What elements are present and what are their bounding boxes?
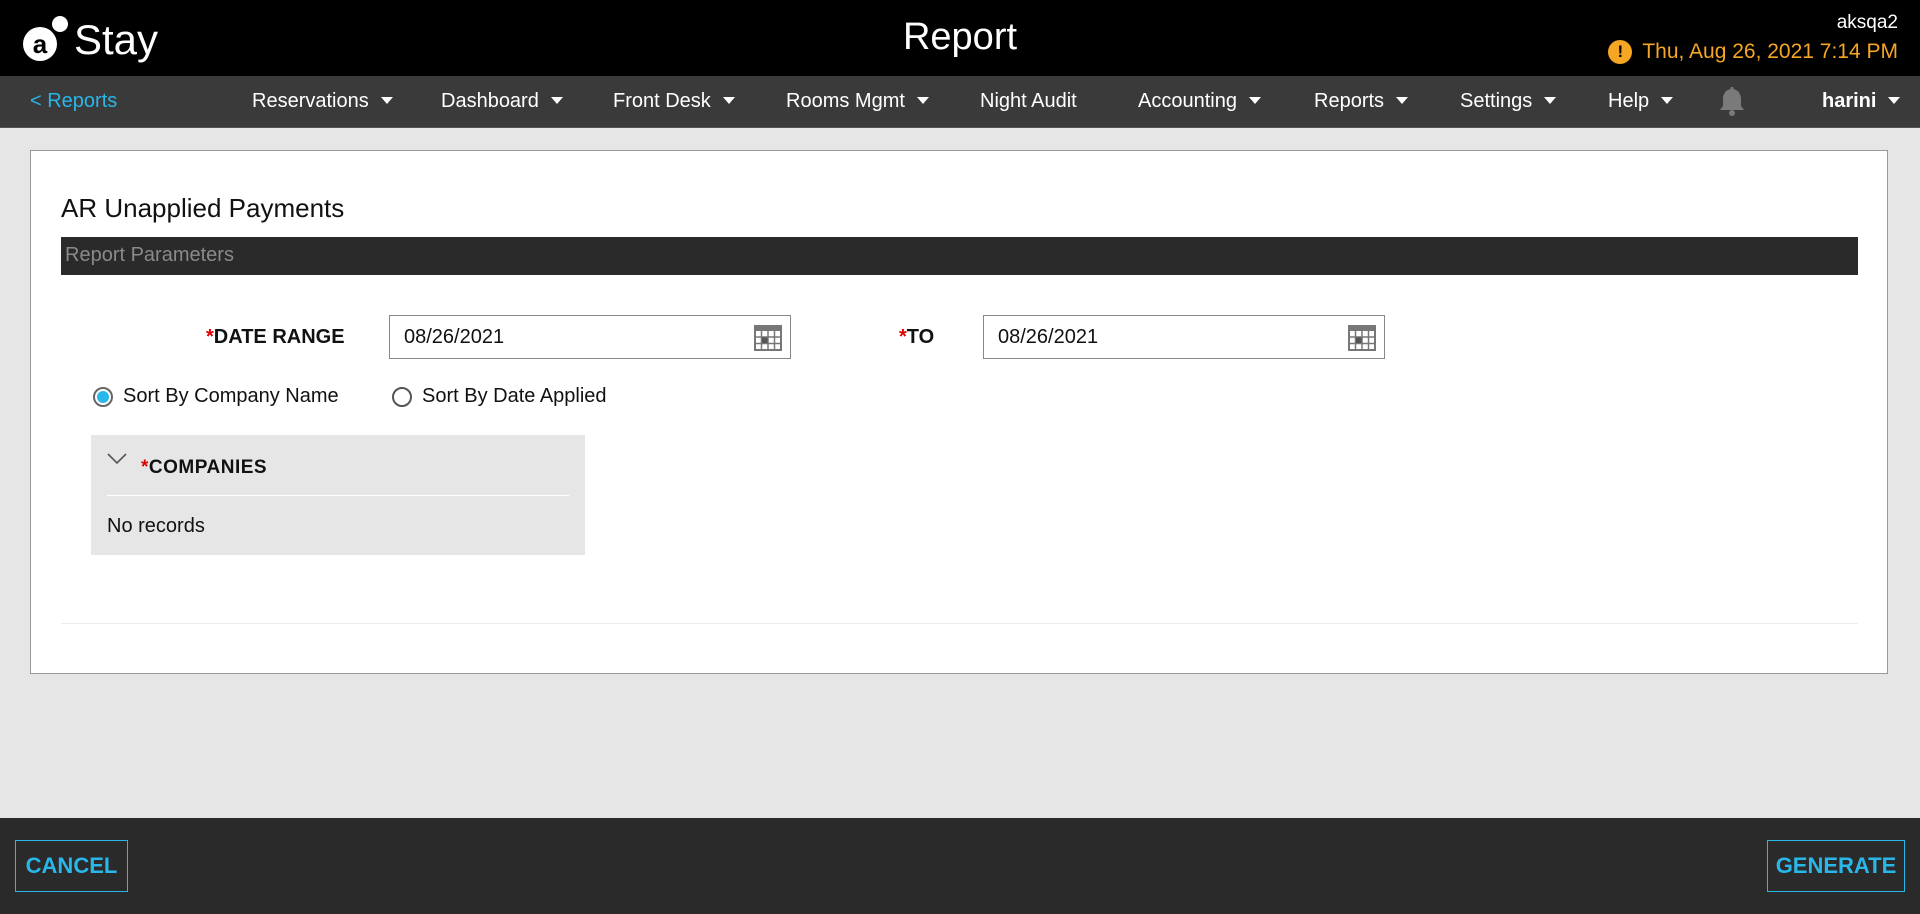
radio-label: Sort By Company Name [123, 385, 339, 407]
to-label: *TO [899, 326, 934, 349]
business-datetime: ! Thu, Aug 26, 2021 7:14 PM [1608, 40, 1898, 64]
user-menu[interactable]: harini [1822, 90, 1901, 113]
report-title: AR Unapplied Payments [61, 193, 345, 223]
nav-rooms-mgmt[interactable]: Rooms Mgmt [786, 90, 929, 113]
label-text: TO [906, 326, 935, 348]
nav-label: Accounting [1138, 90, 1237, 112]
sort-by-date-option[interactable]: Sort By Date Applied [392, 385, 607, 408]
back-to-reports-link[interactable]: < Reports [30, 90, 117, 113]
cancel-button[interactable]: CANCEL [15, 840, 128, 892]
radio-label: Sort By Date Applied [422, 385, 607, 407]
label-text: DATE RANGE [213, 326, 345, 348]
bell-icon[interactable] [1718, 87, 1746, 122]
companies-empty-text: No records [107, 515, 205, 537]
date-range-label: *DATE RANGE [206, 326, 345, 349]
divider [107, 495, 569, 496]
caret-down-icon [1888, 97, 1901, 105]
radio-selected[interactable] [93, 386, 113, 407]
chevron-down-icon[interactable] [107, 452, 127, 470]
nav-label: Night Audit [980, 90, 1077, 112]
required-marker: * [141, 457, 149, 478]
footer-bar: CANCEL GENERATE [0, 818, 1920, 914]
required-marker: * [899, 326, 907, 348]
nav-label: Front Desk [613, 90, 711, 112]
report-parameters-header: Report Parameters [61, 237, 1858, 275]
caret-down-icon [916, 97, 929, 105]
sort-by-company-option[interactable]: Sort By Company Name [93, 385, 339, 408]
datetime-text: Thu, Aug 26, 2021 7:14 PM [1642, 40, 1898, 63]
caret-down-icon [1248, 97, 1261, 105]
caret-down-icon [550, 97, 563, 105]
radio-unselected[interactable] [392, 386, 412, 407]
nav-label: Reports [1314, 90, 1385, 112]
nav-accounting[interactable]: Accounting [1138, 90, 1261, 113]
caret-down-icon [1396, 97, 1409, 105]
caret-down-icon [380, 97, 393, 105]
date-from-input[interactable] [390, 324, 746, 350]
nav-settings[interactable]: Settings [1460, 90, 1557, 113]
nav-front-desk[interactable]: Front Desk [613, 90, 735, 113]
main-nav: < Reports Reservations Dashboard Front D… [0, 76, 1920, 128]
nav-label: Dashboard [441, 90, 539, 112]
top-header: a Stay Report aksqa2 ! Thu, Aug 26, 2021… [0, 0, 1920, 76]
property-user-id: aksqa2 [1836, 12, 1898, 33]
calendar-icon[interactable] [754, 325, 782, 356]
caret-down-icon [1544, 97, 1557, 105]
calendar-icon[interactable] [1348, 325, 1376, 356]
nav-night-audit[interactable]: Night Audit [980, 90, 1077, 113]
date-to-input[interactable] [984, 324, 1340, 350]
date-to-field[interactable] [983, 315, 1385, 359]
warning-icon: ! [1608, 40, 1633, 64]
generate-button[interactable]: GENERATE [1767, 840, 1905, 892]
companies-panel: *COMPANIES No records [91, 435, 585, 555]
nav-reservations[interactable]: Reservations [252, 90, 393, 113]
required-marker: * [206, 326, 214, 348]
label-text: COMPANIES [148, 457, 268, 478]
nav-help[interactable]: Help [1608, 90, 1674, 113]
divider [61, 623, 1858, 624]
nav-dashboard[interactable]: Dashboard [441, 90, 563, 113]
nav-label: Rooms Mgmt [786, 90, 905, 112]
companies-title[interactable]: *COMPANIES [141, 457, 267, 479]
nav-reports[interactable]: Reports [1314, 90, 1409, 113]
date-from-field[interactable] [389, 315, 791, 359]
report-panel: AR Unapplied Payments Report Parameters … [30, 150, 1888, 674]
user-name: harini [1822, 90, 1877, 112]
nav-label: Help [1608, 90, 1650, 112]
nav-label: Settings [1460, 90, 1533, 112]
caret-down-icon [722, 97, 735, 105]
caret-down-icon [1661, 97, 1674, 105]
nav-label: Reservations [252, 90, 369, 112]
